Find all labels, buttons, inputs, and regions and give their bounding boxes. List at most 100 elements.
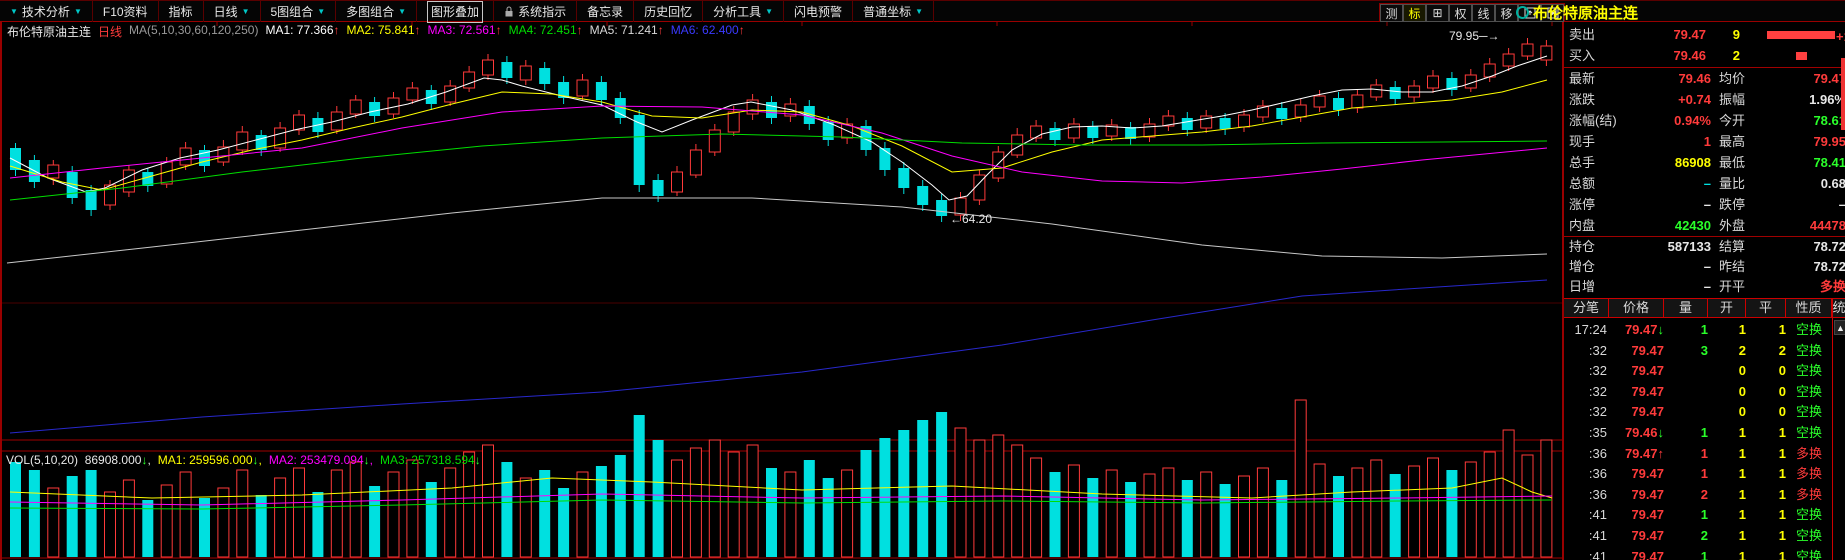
menu-item-历史回忆[interactable]: 历史回忆 — [634, 1, 703, 22]
menu-item-技术分析[interactable]: ▼技术分析▼ — [0, 1, 93, 22]
quote-label: 涨幅(结) — [1569, 110, 1653, 131]
menu-item-图形叠加[interactable]: 图形叠加 — [417, 1, 494, 22]
menu-item-F10资料[interactable]: F10资料 — [93, 1, 159, 22]
tool-button-测[interactable]: 测 — [1380, 4, 1403, 22]
quote-value: 44478 — [1777, 215, 1845, 236]
dropdown-icon[interactable]: ▼ — [915, 2, 923, 22]
candlestick-chart[interactable]: 布伦特原油主连 日线 MA(5,10,30,60,120,250) MA1: 7… — [0, 22, 1562, 560]
sell-count: 9 — [1706, 24, 1740, 45]
ma-values: MA1: 77.366↑MA2: 75.841↑MA3: 72.561↑MA4:… — [265, 23, 744, 40]
dropdown-icon[interactable]: ▼ — [10, 2, 18, 22]
tick-nature: 空换 — [1786, 402, 1832, 423]
quote-label: 量比 — [1711, 173, 1777, 194]
tick-qty: 2 — [1664, 485, 1708, 506]
menu-item-label: 指标 — [169, 2, 193, 22]
quote-row-最新: 最新79.46均价79.47 — [1564, 68, 1845, 89]
tick-row: :3279.4700空换 — [1564, 382, 1845, 403]
menu-item-多图组合[interactable]: 多图组合▼ — [336, 1, 417, 22]
quote-row-涨跌: 涨跌+0.74振幅1.96% — [1564, 89, 1845, 110]
tick-header-分笔[interactable]: 分笔 — [1564, 299, 1609, 317]
bid-ask-area: 卖出79.479买入79.462 — [1564, 24, 1845, 66]
menu-item-分析工具[interactable]: 分析工具▼ — [703, 1, 784, 22]
tick-price: 79.47 — [1609, 341, 1664, 362]
tick-row: :3279.47322空换 — [1564, 341, 1845, 362]
tick-time: :36 — [1564, 485, 1609, 506]
dropdown-icon[interactable]: ▼ — [765, 2, 773, 22]
up-arrow-icon: ↑ — [334, 23, 340, 37]
tick-time: :41 — [1564, 526, 1609, 547]
tick-close: 1 — [1746, 444, 1786, 465]
tool-button-权[interactable]: 权 — [1449, 4, 1472, 22]
tick-header-性质[interactable]: 性质 — [1786, 299, 1832, 317]
down-arrow-icon: ↓ — [141, 453, 147, 467]
menu-item-label: 图形叠加 — [427, 1, 483, 23]
up-arrow-icon: ↑ — [415, 23, 421, 37]
ma-value-undefined: MA1: 77.366↑ — [265, 23, 339, 40]
scroll-up-icon[interactable]: ▲ — [1834, 320, 1845, 335]
quote-value: 78.41 — [1777, 152, 1845, 173]
tick-nature: 空换 — [1786, 361, 1832, 382]
low-price-annotation: ←64.20 — [950, 212, 992, 226]
menu-item-5图组合[interactable]: 5图组合▼ — [261, 1, 337, 22]
tick-open: 1 — [1708, 505, 1746, 526]
tick-close: 0 — [1746, 361, 1786, 382]
tick-nature: 多换 — [1786, 444, 1832, 465]
menu-item-label: 分析工具 — [713, 2, 761, 22]
sell-row[interactable]: 卖出79.479 — [1564, 24, 1845, 45]
dropdown-icon[interactable]: ▼ — [242, 2, 250, 22]
menu-item-系统指示[interactable]: 系统指示 — [494, 1, 577, 22]
tick-open: 1 — [1708, 485, 1746, 506]
tick-header-统[interactable]: 统 — [1832, 299, 1845, 317]
chart-period-label[interactable]: 日线 — [98, 23, 122, 40]
quote-label: 今开 — [1711, 110, 1777, 131]
tick-close: 1 — [1746, 485, 1786, 506]
dropdown-icon[interactable]: ▼ — [398, 2, 406, 22]
sell-volume-bar — [1767, 31, 1835, 39]
menu-item-label: 普通坐标 — [863, 2, 911, 22]
tick-header-开[interactable]: 开 — [1708, 299, 1746, 317]
tick-close: 1 — [1746, 547, 1786, 560]
tool-button-移[interactable]: 移 — [1495, 4, 1518, 22]
menu-item-label: 技术分析 — [22, 2, 70, 22]
tick-spacer — [1832, 526, 1845, 547]
quote-panel: 卖出79.479买入79.462 最新79.46均价79.47涨跌+0.74振幅… — [1562, 22, 1845, 560]
tick-qty: 1 — [1664, 423, 1708, 444]
quote-value: 0.94% — [1653, 110, 1711, 131]
quote-value: – — [1653, 173, 1711, 194]
menu-item-label: 历史回忆 — [644, 2, 692, 22]
dropdown-icon[interactable]: ▼ — [74, 2, 82, 22]
dropdown-icon[interactable]: ▼ — [317, 2, 325, 22]
menu-item-备忘录[interactable]: 备忘录 — [577, 1, 634, 22]
tick-close: 1 — [1746, 526, 1786, 547]
tick-spacer — [1832, 341, 1845, 362]
tick-header-价格[interactable]: 价格 — [1609, 299, 1664, 317]
menu-item-闪电预警[interactable]: 闪电预警 — [784, 1, 853, 22]
tick-time: :36 — [1564, 444, 1609, 465]
tool-button-标[interactable]: 标 — [1403, 4, 1426, 22]
tick-header-量[interactable]: 量 — [1664, 299, 1708, 317]
tick-price: 79.47 — [1609, 382, 1664, 403]
menu-item-指标[interactable]: 指标 — [159, 1, 204, 22]
tick-time: :32 — [1564, 402, 1609, 423]
quote-label: 日增 — [1569, 277, 1653, 297]
tick-spacer — [1832, 444, 1845, 465]
chart-canvas[interactable] — [2, 22, 1564, 560]
quote-value: – — [1653, 277, 1711, 297]
tick-header-平[interactable]: 平 — [1746, 299, 1786, 317]
quote-value: 79.46 — [1653, 68, 1711, 89]
quote-label: 涨停 — [1569, 194, 1653, 215]
menu-item-普通坐标[interactable]: 普通坐标▼ — [853, 1, 934, 22]
menu-item-日线[interactable]: 日线▼ — [204, 1, 261, 22]
tick-spacer — [1832, 485, 1845, 506]
tick-price: 79.47 — [1609, 402, 1664, 423]
buy-row[interactable]: 买入79.462 — [1564, 45, 1845, 66]
tool-button-线[interactable]: 线 — [1472, 4, 1495, 22]
tick-table-rows: 17:2479.47↓111空换:3279.47322空换:3279.4700空… — [1564, 320, 1845, 560]
tool-button-⊞[interactable]: ⊞ — [1426, 4, 1449, 22]
tick-row: 17:2479.47↓111空换 — [1564, 320, 1845, 341]
tick-price: 79.46↓ — [1609, 423, 1664, 444]
quote-row-总额: 总额–量比0.68 — [1564, 173, 1845, 194]
tick-open: 2 — [1708, 341, 1746, 362]
quote-value: 78.72 — [1777, 237, 1845, 257]
clipped-depth-label: +1 — [1836, 29, 1845, 44]
